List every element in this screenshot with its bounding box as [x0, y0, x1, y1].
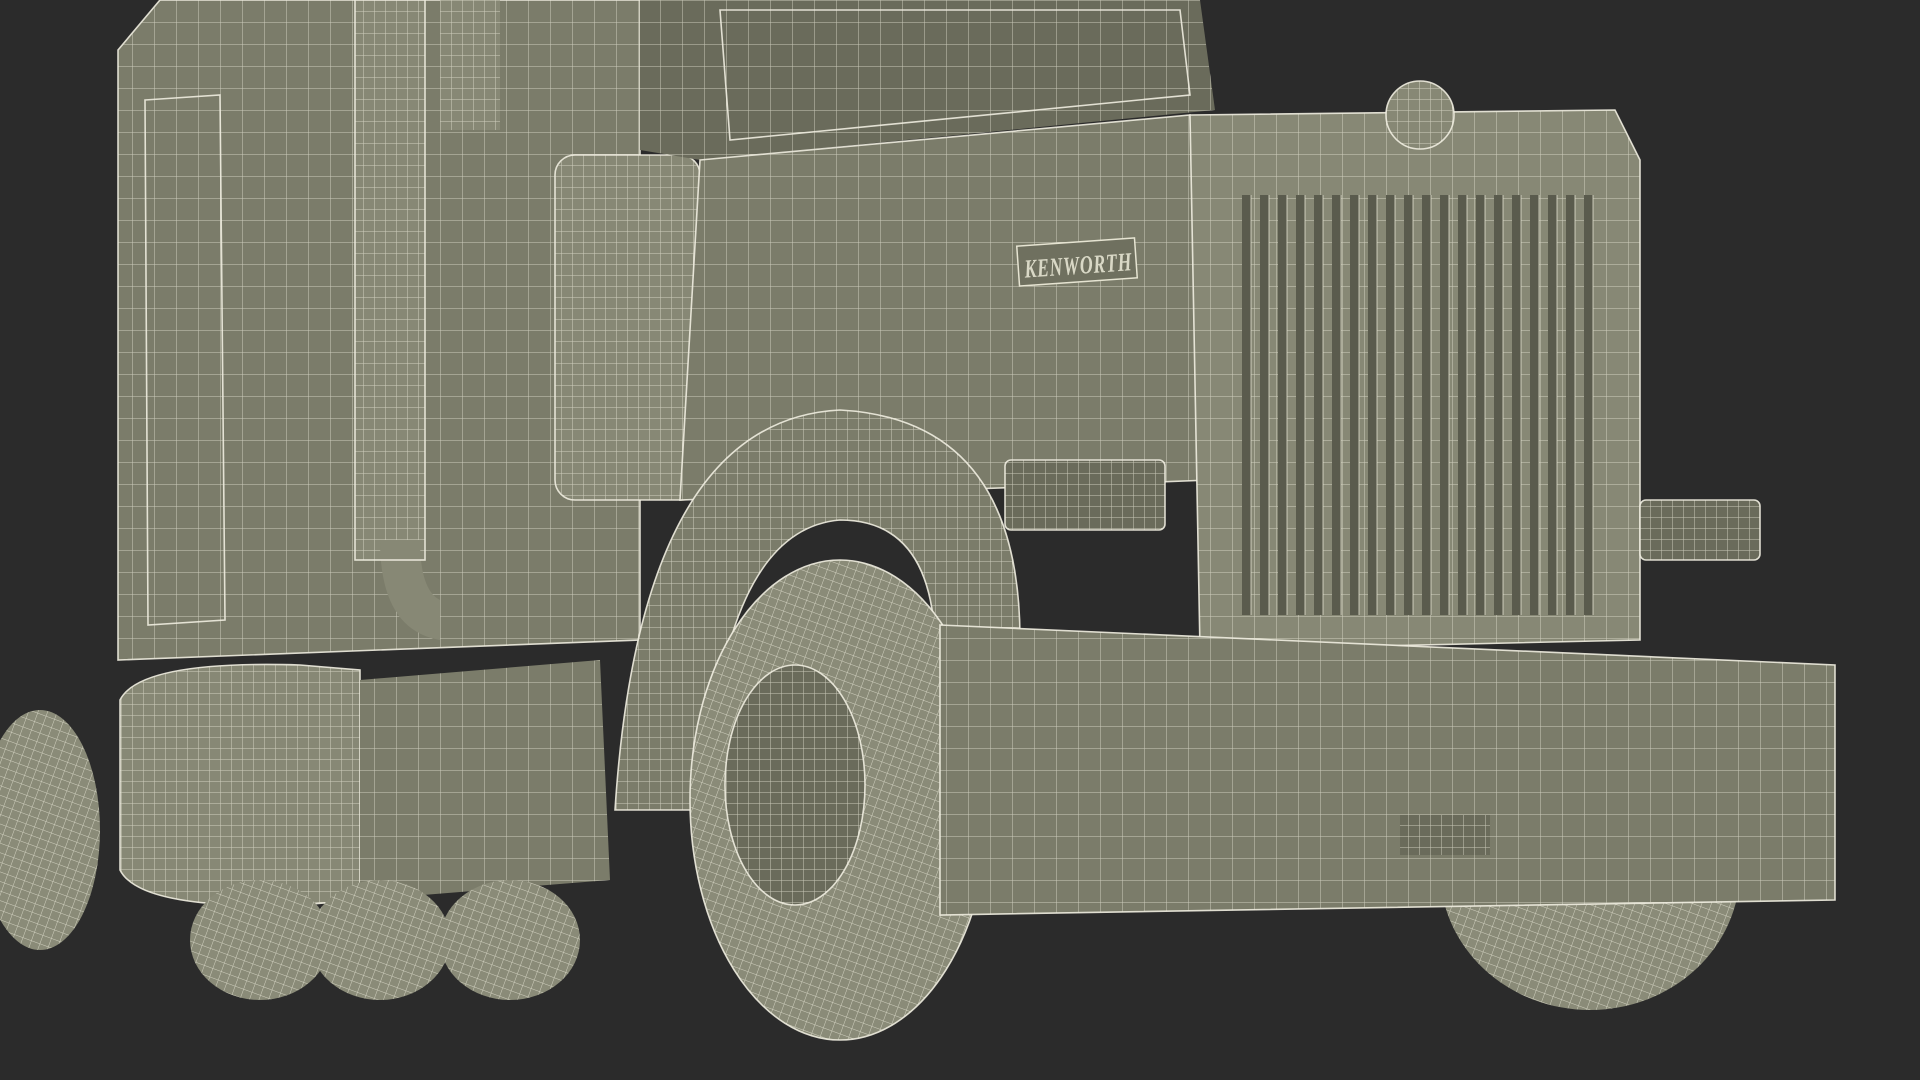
truck-wireframe-render: KENWORTH — [0, 0, 1836, 1041]
radiator-grille — [1189, 80, 1641, 651]
front-bumper — [939, 624, 1836, 916]
exhaust-stack-right — [440, 0, 500, 130]
fuel-tank — [119, 660, 610, 907]
headlight-right — [1639, 499, 1761, 561]
headlight-left — [1004, 459, 1166, 531]
air-cleaner — [554, 154, 701, 501]
render-viewport: KENWORTH — [0, 0, 1920, 1080]
brand-badge: KENWORTH — [1015, 237, 1139, 287]
